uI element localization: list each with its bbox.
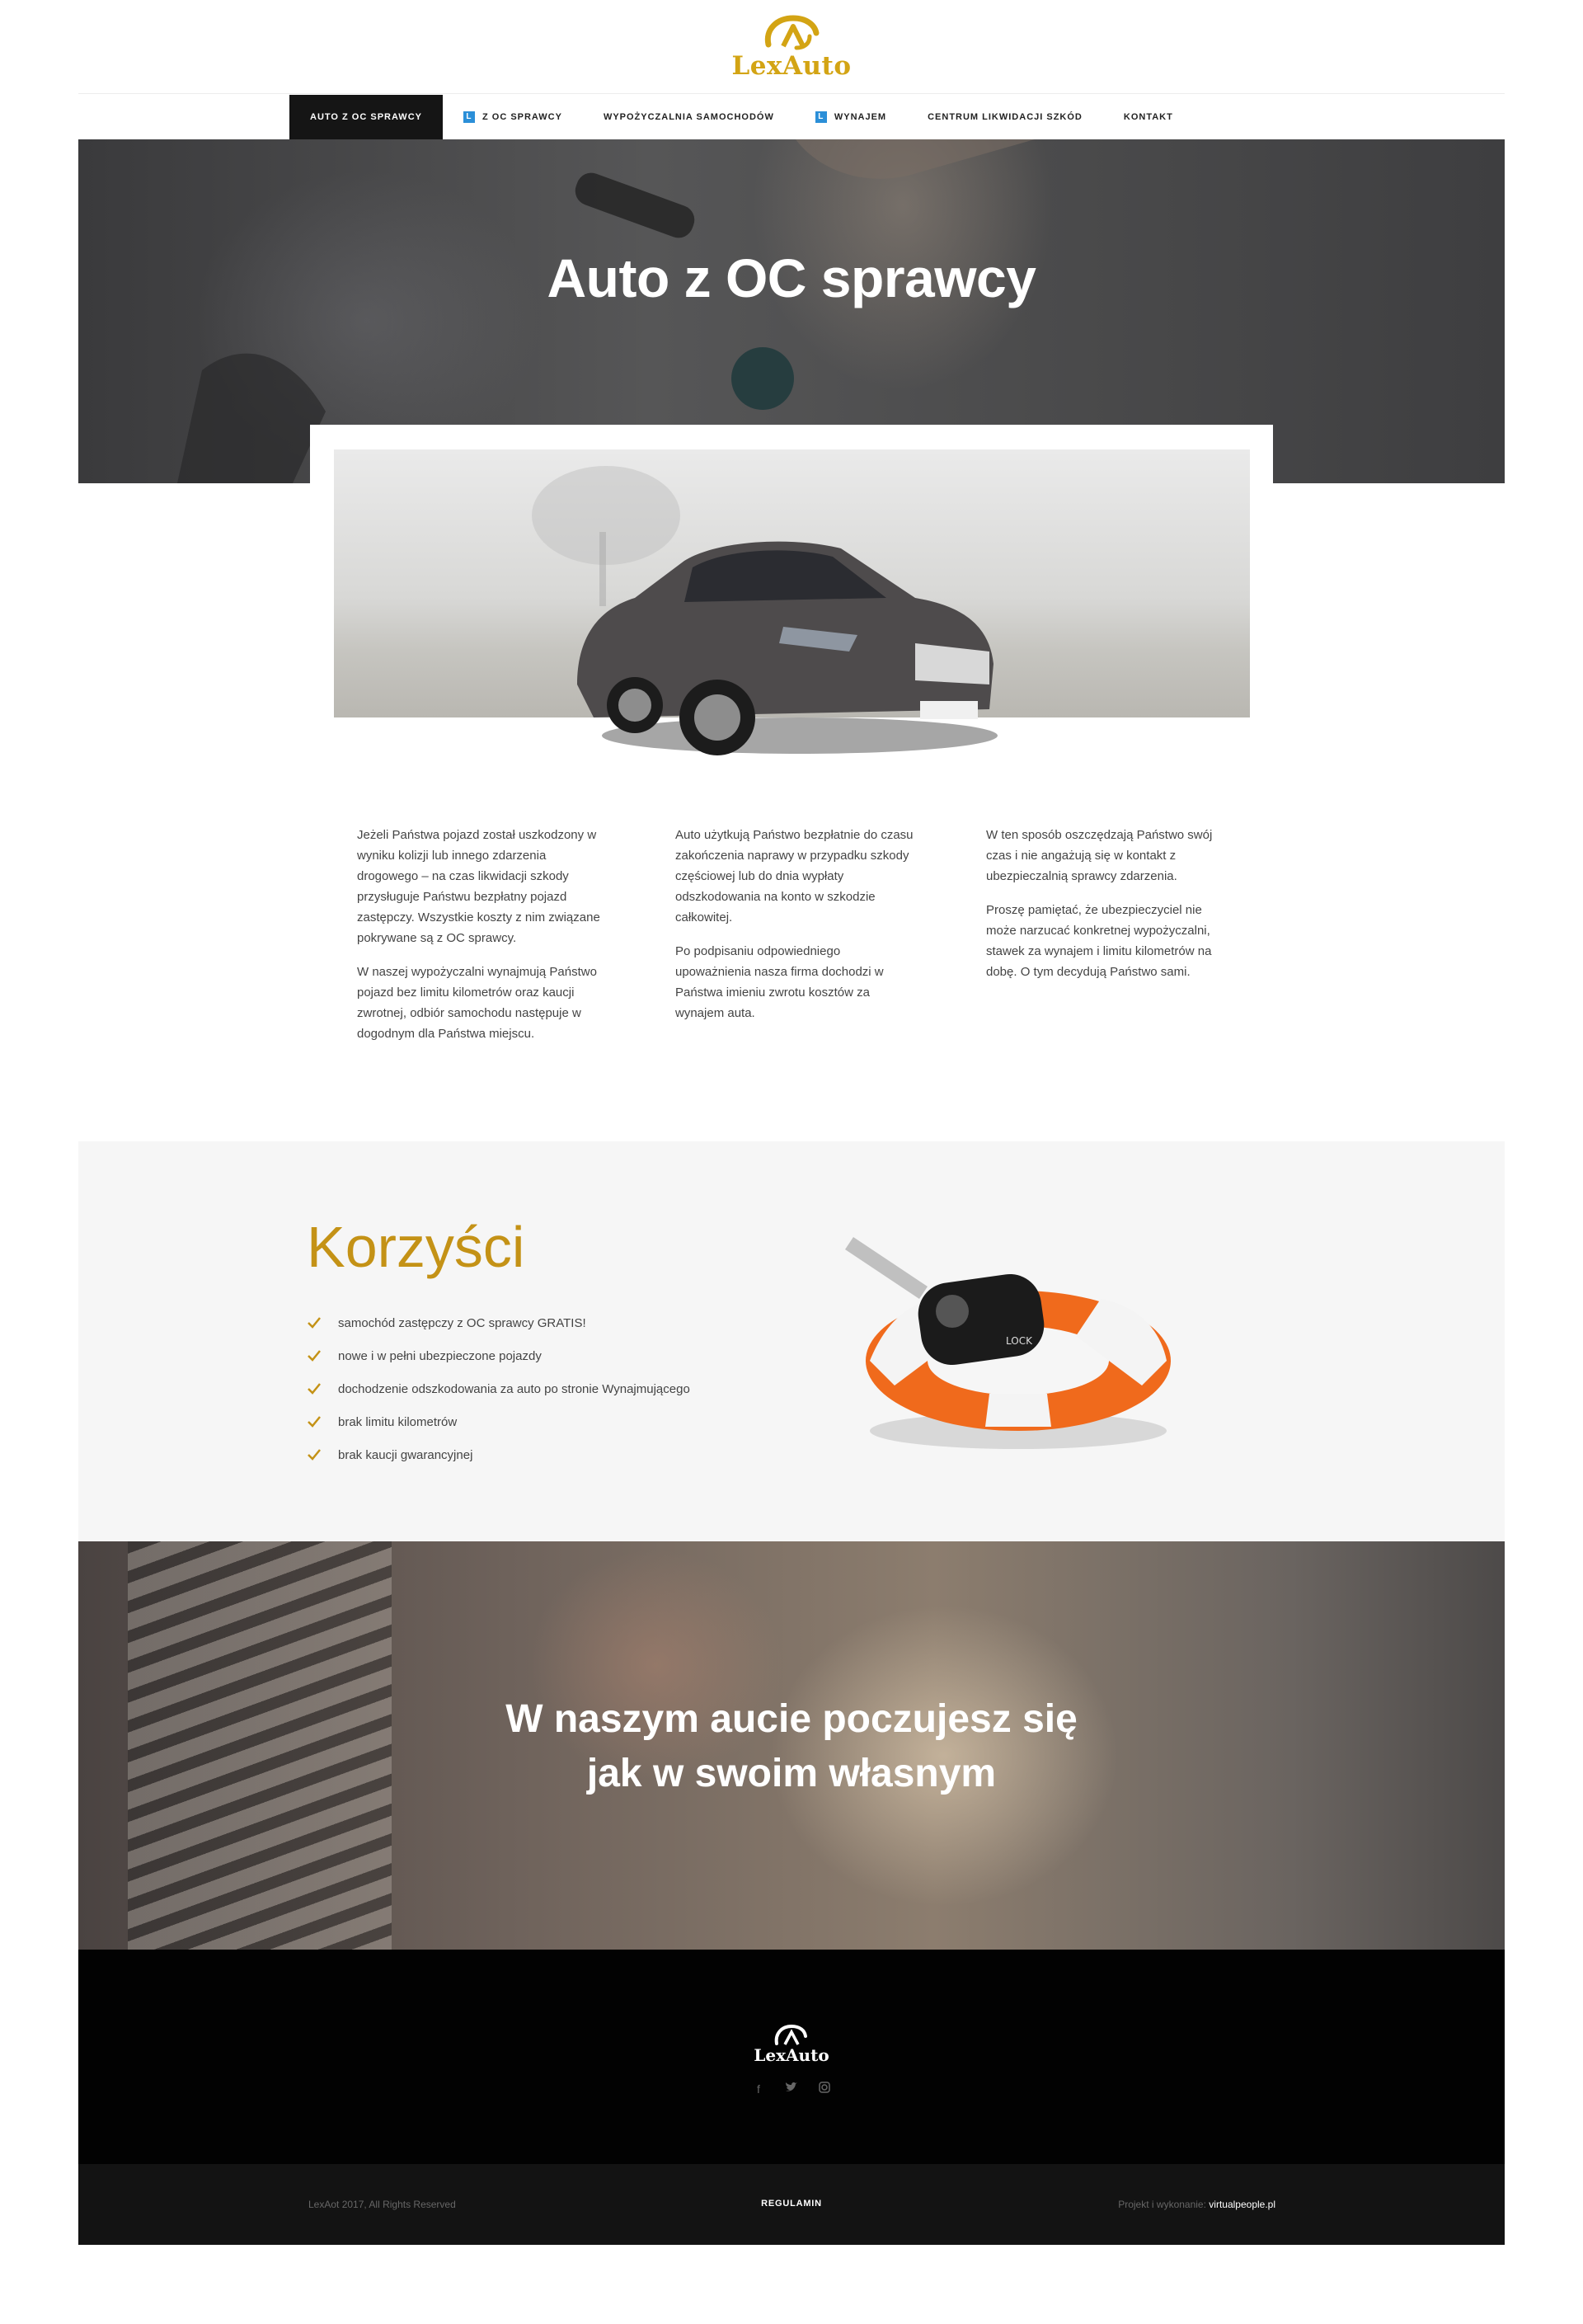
paragraph: W naszej wypożyczalni wynajmują Państwo … [357,965,597,1041]
nav-item-centrum-likwidacji-szkod[interactable]: Centrum likwidacji szkód [907,95,1103,139]
nav-item-label: Z OC sprawcy [481,112,562,122]
nav-item-auto-z-oc-sprawcy[interactable]: Auto z OC sprawcy [289,95,443,139]
flag-icon: L [815,111,827,123]
nav-item-kontakt[interactable]: Kontakt [1103,95,1194,139]
page-title: Auto z OC sprawcy [547,247,1036,308]
benefit-list: samochód zastępczy z OC sprawcy GRATIS! … [307,1306,690,1471]
nav-item-label: Kontakt [1123,112,1173,122]
banner-line-2: jak w swoim własnym [586,1752,997,1795]
benefits-section: Korzyści samochód zastępczy z OC sprawcy… [78,1141,1505,1541]
benefit-text: dochodzenie odszkodowania za auto po str… [338,1381,690,1396]
nav-item-label: Auto z OC sprawcy [310,112,422,122]
rules-link[interactable]: REGULAMIN [78,2199,1505,2209]
banner-quote: W naszym aucie poczujesz się jak w swoim… [78,1692,1505,1801]
rules-link-label[interactable]: REGULAMIN [761,2199,822,2209]
benefit-item: brak limitu kilometrów [307,1405,690,1438]
benefit-item: samochód zastępczy z OC sprawcy GRATIS! [307,1306,690,1339]
nav-item-label: Centrum likwidacji szkód [928,112,1083,122]
car-image [577,541,998,755]
credit: Projekt i wykonanie: virtualpeople.pl [1118,2199,1275,2210]
text-column-3: W ten sposób oszczędzają Państwo swój cz… [986,825,1229,995]
social-links: f [751,2082,832,2096]
paragraph: Po podpisaniu odpowiedniego upoważnienia… [675,944,884,1020]
nav-item-z-oc-sprawcy[interactable]: L Z OC sprawcy [443,95,583,139]
paragraph: Jeżeli Państwa pojazd został uszkodzony … [357,828,600,945]
logo-mark-icon [774,2024,807,2045]
benefits-title: Korzyści [307,1215,525,1279]
header-divider [78,93,1505,94]
instagram-icon[interactable] [817,2082,832,2096]
benefit-item: dochodzenie odszkodowania za auto po str… [307,1372,690,1405]
check-icon [308,1350,321,1362]
benefit-text: nowe i w pełni ubezpieczone pojazdy [338,1348,542,1363]
footer: LexAuto f [78,1950,1505,2164]
nav-item-label: Wypożyczalnia samochodów [603,112,774,122]
flag-icon: L [463,111,475,123]
benefit-text: brak kaucji gwarancyjnej [338,1447,473,1462]
nav-item-label: Wynajem [834,112,887,122]
credit-label: Projekt i wykonanie: [1118,2199,1206,2210]
paragraph: W ten sposób oszczędzają Państwo swój cz… [986,828,1213,883]
banner-line-1: W naszym aucie poczujesz się [505,1697,1078,1741]
logo-mark-icon [764,15,820,50]
check-icon [308,1383,321,1395]
twitter-icon[interactable] [784,2082,799,2096]
benefit-text: samochód zastępczy z OC sprawcy GRATIS! [338,1315,586,1330]
lifestyle-banner: W naszym aucie poczujesz się jak w swoim… [78,1541,1505,1950]
credit-link[interactable]: virtualpeople.pl [1209,2199,1275,2210]
footer-logo-text: LexAuto [754,2045,829,2065]
benefit-text: brak limitu kilometrów [338,1414,458,1429]
facebook-icon[interactable]: f [751,2082,766,2096]
nav-item-wypozyczalnia[interactable]: Wypożyczalnia samochodów [583,95,795,139]
nav-item-wynajem[interactable]: L Wynajem [795,95,907,139]
main-nav: Auto z OC sprawcy L Z OC sprawcy Wypożyc… [289,95,1194,139]
svg-text:LOCK: LOCK [1006,1335,1033,1347]
text-column-1: Jeżeli Państwa pojazd został uszkodzony … [357,825,600,1057]
paragraph: Proszę pamiętać, że ubezpieczyciel nie m… [986,903,1212,979]
benefit-item: brak kaucji gwarancyjnej [307,1438,690,1471]
paragraph: Auto użytkują Państwo bezpłatnie do czas… [675,828,914,924]
check-icon [308,1416,321,1428]
text-column-2: Auto użytkują Państwo bezpłatnie do czas… [675,825,918,1037]
logo-text: LexAuto [731,51,852,81]
footer-logo[interactable]: LexAuto [750,2022,833,2072]
lifebuoy-car-key-image: LOCK [845,1237,1171,1449]
logo[interactable]: LexAuto [717,12,866,86]
benefit-item: nowe i w pełni ubezpieczone pojazdy [307,1339,690,1372]
check-icon [308,1317,321,1329]
check-icon [308,1449,321,1461]
bottom-bar: LexAot 2017, All Rights Reserved REGULAM… [78,2164,1505,2245]
